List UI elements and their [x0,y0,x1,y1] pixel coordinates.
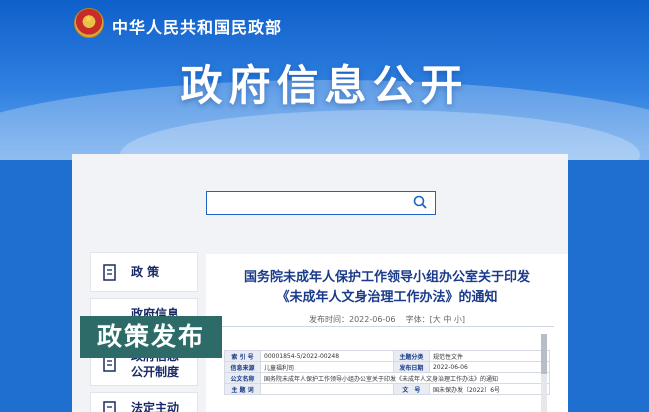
table-value: 儿童福利司 [260,361,394,373]
font-size-switch[interactable]: 字体：[大 中 小] [406,315,465,324]
document-card: 国务院未成年人保护工作领导小组办公室关于印发 《未成年人文身治理工作办法》的通知… [206,254,568,412]
document-title[interactable]: 国务院未成年人保护工作领导小组办公室关于印发 《未成年人文身治理工作办法》的通知 [206,268,568,308]
header-banner: ★ 中华人民共和国民政部 政府信息公开 [0,0,649,160]
table-label: 公文名称 [224,372,261,384]
table-value [260,383,394,395]
sidebar-item-gov-info[interactable]: 政府信息 [90,298,198,321]
site-name[interactable]: 中华人民共和国民政部 [112,14,282,38]
table-label: 信息来源 [224,361,261,373]
table-value: 国务院未成年人保护工作领导小组办公室关于印发《未成年人文身治理工作办法》的通知 [260,372,550,384]
table-label: 主 题 词 [224,383,261,395]
scrollbar[interactable] [541,334,547,412]
scrollbar-thumb[interactable] [541,334,547,374]
sidebar-item-label-line2: 公开制度 [131,365,180,379]
table-value: 国未保办发〔2022〕6号 [428,383,551,395]
publish-date: 发布时间：2022-06-06 [309,315,396,324]
sidebar-item-label: 政 策 [131,265,160,279]
document-info-table: 索 引 号 00001854-5/2022-00248 主题分类 规范性文件 信… [224,350,551,395]
table-label: 索 引 号 [224,350,261,362]
table-row: 公文名称 国务院未成年人保护工作领导小组办公室关于印发《未成年人文身治理工作办法… [224,372,550,384]
document-icon [103,401,116,412]
table-row: 索 引 号 00001854-5/2022-00248 主题分类 规范性文件 [224,350,551,362]
caption-overlay: 政策发布 [80,316,222,358]
document-icon [103,264,116,281]
document-meta: 发布时间：2022-06-06 字体：[大 中 小] [206,314,568,325]
national-emblem-icon[interactable]: ★ [74,8,104,38]
table-label: 主题分类 [392,350,430,362]
table-value: 2022-06-06 [428,361,551,373]
search-icon[interactable] [413,195,427,209]
divider [214,326,554,327]
sidebar-item-policy[interactable]: 政 策 [90,252,198,292]
document-title-line1: 国务院未成年人保护工作领导小组办公室关于印发 [243,270,530,285]
table-value: 规范性文件 [428,350,551,362]
table-row: 主 题 词 文 号 国未保办发〔2022〕6号 [224,383,551,395]
table-row: 信息来源 儿童福利司 发布日期 2022-06-06 [224,361,551,373]
document-title-line2: 《未成年人文身治理工作办法》的通知 [276,290,498,305]
page-title: 政府信息公开 [180,61,469,110]
table-value: 00001854-5/2022-00248 [260,350,394,362]
search-input[interactable] [206,191,436,215]
sidebar-item-statutory[interactable]: 法定主动 [90,392,198,412]
table-label: 发布日期 [392,361,430,373]
sidebar-item-label: 法定主动 [131,401,180,412]
table-label: 文 号 [392,383,430,395]
